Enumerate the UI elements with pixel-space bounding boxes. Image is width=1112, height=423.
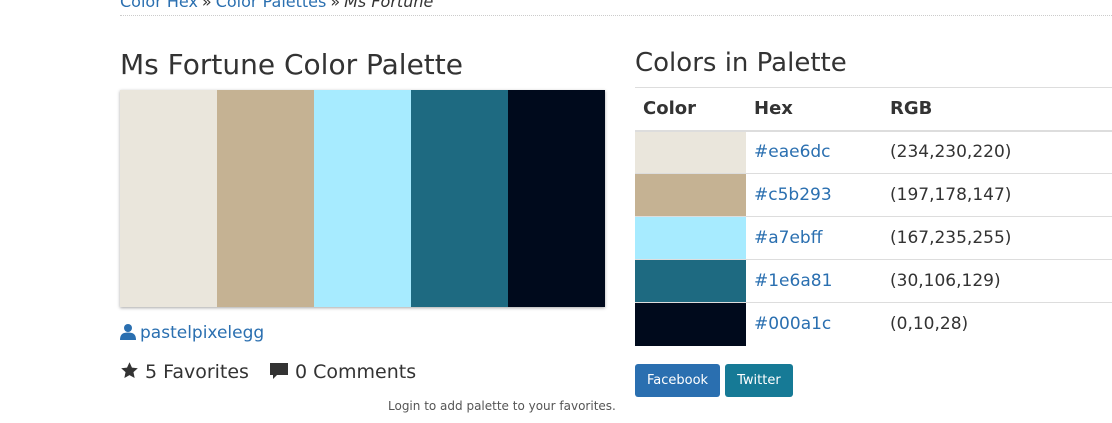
palette-swatch (314, 90, 411, 307)
table-row: #a7ebff (167,235,255) (635, 216, 1112, 260)
palette-swatch (120, 90, 217, 307)
breadcrumb-current: Ms Fortune (344, 0, 434, 11)
facebook-share-button[interactable]: Facebook (635, 364, 721, 397)
color-swatch-cell (635, 216, 746, 260)
color-swatch-cell (635, 130, 746, 174)
colors-section-title: Colors in Palette (635, 48, 847, 78)
table-header-row: Color Hex RGB (635, 87, 1112, 132)
column-header-rgb: RGB (882, 87, 1112, 132)
hex-link[interactable]: #1e6a81 (754, 271, 832, 291)
palette-title: Ms Fortune Color Palette (120, 48, 463, 81)
rgb-cell: (0,10,28) (882, 302, 1112, 346)
user-icon (120, 324, 136, 340)
rgb-cell: (234,230,220) (882, 130, 1112, 174)
hex-link[interactable]: #000a1c (754, 314, 831, 334)
breadcrumb-separator: » (201, 0, 212, 11)
comment-icon (270, 363, 288, 379)
comments-stat[interactable]: 0 Comments (269, 359, 416, 385)
rgb-cell: (167,235,255) (882, 216, 1112, 260)
colors-table: Color Hex RGB #eae6dc (234,230,220) #c5b29… (635, 87, 1112, 346)
author-link[interactable]: pastelpixelegg (140, 323, 264, 343)
hex-link[interactable]: #c5b293 (754, 185, 832, 205)
twitter-share-button[interactable]: Twitter (725, 364, 793, 397)
color-swatch-cell (635, 302, 746, 346)
favorites-label: 5 Favorites (145, 361, 249, 383)
table-row: #c5b293 (197,178,147) (635, 173, 1112, 217)
hex-cell: #c5b293 (746, 173, 882, 217)
author-line: pastelpixelegg (120, 321, 264, 345)
hex-link[interactable]: #eae6dc (754, 142, 831, 162)
color-swatch-cell (635, 173, 746, 217)
hex-cell: #a7ebff (746, 216, 882, 260)
table-row: #eae6dc (234,230,220) (635, 130, 1112, 174)
hex-link[interactable]: #a7ebff (754, 228, 822, 248)
color-swatch-cell (635, 259, 746, 303)
star-icon (121, 362, 138, 379)
table-row: #1e6a81 (30,106,129) (635, 259, 1112, 303)
favorites-stat[interactable]: 5 Favorites (120, 359, 249, 385)
table-row: #000a1c (0,10,28) (635, 302, 1112, 346)
palette-stats: 5 Favorites 0 Comments (120, 359, 430, 385)
column-header-color: Color (635, 87, 746, 132)
column-header-hex: Hex (746, 87, 882, 132)
hex-cell: #000a1c (746, 302, 882, 346)
palette-swatch (411, 90, 508, 307)
breadcrumb-link-color-palettes[interactable]: Color Palettes (216, 0, 327, 11)
palette-preview (120, 90, 605, 307)
rgb-cell: (197,178,147) (882, 173, 1112, 217)
breadcrumb: Color Hex» Color Palettes» Ms Fortune (120, 0, 1112, 16)
comments-label: 0 Comments (295, 361, 417, 383)
rgb-cell: (30,106,129) (882, 259, 1112, 303)
login-note: Login to add palette to your favorites. (388, 399, 616, 413)
palette-swatch (217, 90, 314, 307)
share-buttons: Facebook Twitter (635, 364, 793, 397)
hex-cell: #eae6dc (746, 130, 882, 174)
breadcrumb-separator: » (330, 0, 341, 11)
palette-swatch (508, 90, 605, 307)
hex-cell: #1e6a81 (746, 259, 882, 303)
breadcrumb-link-color-hex[interactable]: Color Hex (120, 0, 198, 11)
